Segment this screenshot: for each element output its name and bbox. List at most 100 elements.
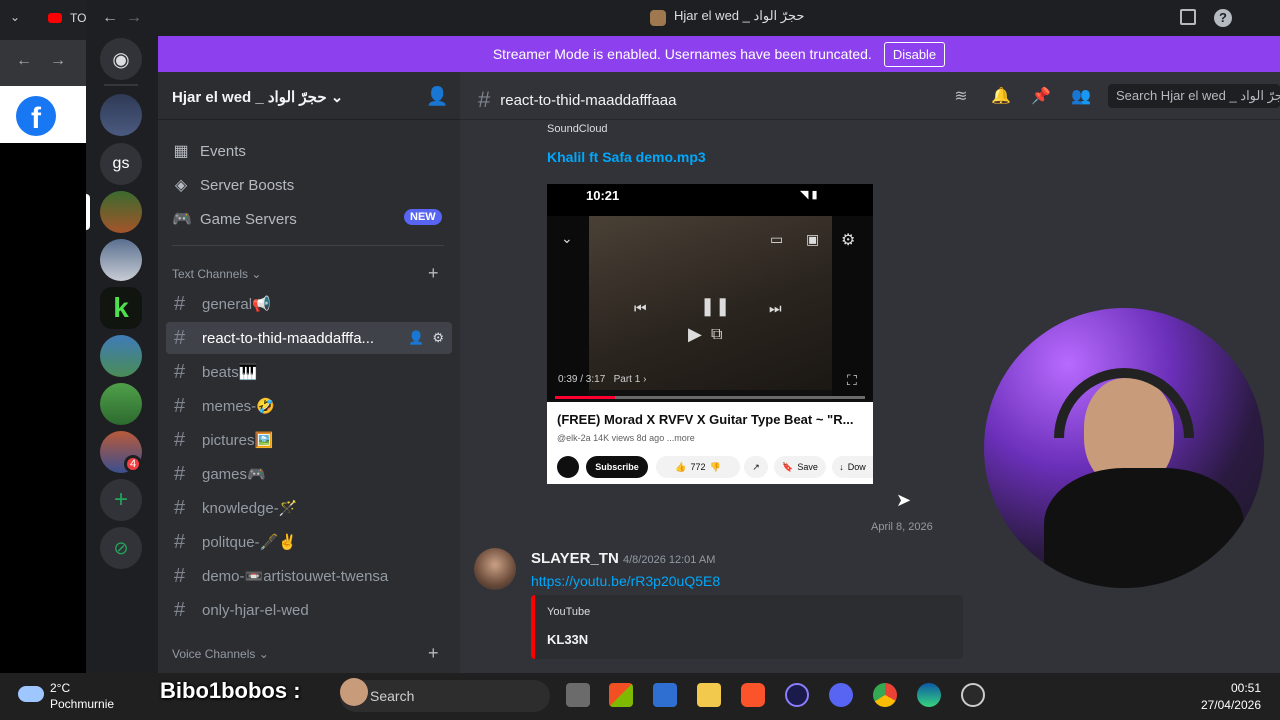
chevron-down-icon[interactable]: ⌄ [10,10,20,24]
subscribe-button[interactable]: Subscribe [586,456,648,478]
video-title[interactable]: (FREE) Morad X RVFV X Guitar Type Beat ~… [557,412,865,427]
obs-icon[interactable] [961,683,985,707]
server-gs[interactable]: gs [100,143,142,185]
thumbs-up-icon: 👍 [675,461,687,472]
hash-icon: # [174,462,186,485]
captions-icon[interactable]: ▣ [806,231,819,248]
discord-taskbar-icon[interactable] [829,683,853,707]
gear-icon[interactable]: ⚙ [841,230,855,250]
taskbar-search[interactable]: Search [340,680,550,712]
chrome-icon[interactable] [873,683,897,707]
voice-channels-category[interactable]: Voice Channels ⌄ [172,647,269,661]
channel-only-hjar-el-wed[interactable]: # only-hjar-el-wed [172,594,452,626]
next-icon[interactable]: ⏭ [769,300,782,317]
channel-avatar[interactable] [557,456,579,478]
server-avatar-6[interactable] [100,335,142,377]
avatar[interactable] [474,548,516,590]
forward-arrow-icon[interactable]: → [126,9,142,27]
taskbar-clock[interactable]: 00:51 27/04/2026 [1199,681,1261,712]
webcam-overlay [984,308,1264,588]
fullscreen-icon[interactable]: ⛶ [847,372,857,389]
browser-icon[interactable] [785,683,809,707]
game-servers-item[interactable]: 🎮 Game Servers [172,209,297,229]
invite-people-icon[interactable]: 👤 [426,86,448,107]
youtube-provider: YouTube [547,606,591,618]
edge-icon[interactable] [917,683,941,707]
message-link[interactable]: https://youtu.be/rR3p20uQ5E8 [531,573,720,589]
discord-home-icon[interactable]: ◉ [100,38,142,80]
search-input[interactable]: Search Hjar el wed _ حجرّ الواد [1108,84,1280,108]
channel-knowledge[interactable]: # knowledge-🪄 [172,492,452,524]
file-explorer-icon[interactable] [697,683,721,707]
cast-icon[interactable]: ▭ [770,231,783,248]
locked-hash-icon: # [174,598,186,621]
server-boosts-item[interactable]: ◈ Server Boosts [172,175,294,195]
like-dislike-button[interactable]: 👍 772 👎 [656,456,740,478]
channel-title: # react-to-thid-maaddafffaaa [478,87,677,112]
channel-memes[interactable]: # memes-🤣 [172,390,452,422]
play-icon[interactable]: ▶ [688,324,702,345]
channel-general[interactable]: # general📢 [172,288,452,320]
previous-icon[interactable]: ⏮ [634,300,647,317]
facebook-logo-icon[interactable]: f [16,96,56,136]
server-avatar-5[interactable]: k [100,287,142,329]
weather-description[interactable]: Pochmurnie [50,697,114,711]
video-meta: @elk-2a 14K views 8d ago ...more [557,433,695,443]
cloud-icon[interactable] [18,686,44,702]
new-badge: NEW [404,209,442,225]
browser-toolbar: ← → [0,40,90,86]
explore-compass-icon[interactable]: ⊘ [100,527,142,569]
hash-icon: # [174,428,186,451]
chevron-down-icon[interactable]: ⌄ [561,230,573,247]
streamer-mode-text: Streamer Mode is enabled. Usernames have… [492,46,872,62]
add-server-icon[interactable]: + [100,479,142,521]
browser-tab-title[interactable]: TO [70,11,86,25]
create-voice-channel-icon[interactable]: + [428,643,439,664]
message-author[interactable]: SLAYER_TN [531,550,619,567]
text-channels-category[interactable]: Text Channels ⌄ [172,267,261,281]
server-avatar-4[interactable] [100,239,142,281]
youtube-embed-title[interactable]: KL33N [547,632,588,647]
browser-forward-icon[interactable]: → [50,52,66,70]
weather-temperature[interactable]: 2°C [50,681,70,695]
window-title: Hjar el wed _ حجرّ الواد [674,8,805,23]
help-icon[interactable]: ? [1214,9,1232,27]
channel-demo[interactable]: # demo-📼artistouwet-twensa [172,560,452,592]
channel-react-to-thid[interactable]: # react-to-thid-maaddafffa... 👤 ⚙ [166,322,452,354]
share-icon[interactable]: ↗ [744,456,768,478]
back-arrow-icon[interactable]: ← [102,9,118,27]
members-icon[interactable]: 👥 [1070,86,1092,108]
headphones-icon [1054,368,1194,438]
events-item[interactable]: ▦ Events [172,141,245,161]
hash-icon: # [174,496,186,519]
gear-icon[interactable]: ⚙ [432,330,444,346]
download-button[interactable]: ↓ Dow [832,456,873,478]
channel-pictures[interactable]: # pictures🖼️ [172,424,452,456]
create-channel-icon[interactable]: + [428,263,439,284]
server-name[interactable]: Hjar el wed _ حجرّ الواد ⌄ [172,88,343,106]
channel-games[interactable]: # games🎮 [172,458,452,490]
apps-icon[interactable] [653,683,677,707]
server-avatar-1[interactable] [100,94,142,136]
pause-icon[interactable]: ❚❚ [700,296,730,317]
disable-streamer-button[interactable]: Disable [883,41,946,67]
invite-icon[interactable]: 👤 [408,330,424,346]
save-button[interactable]: 🔖 Save [774,456,826,478]
task-view-icon[interactable] [566,683,590,707]
soundcloud-link[interactable]: Khalil ft Safa demo.mp3 [547,149,706,165]
inbox-icon[interactable] [1180,9,1196,25]
mouse-cursor-icon: ➤ [896,490,912,510]
server-avatar-7[interactable] [100,383,142,425]
brave-icon[interactable] [741,683,765,707]
pin-icon[interactable]: 📌 [1030,86,1052,108]
server-avatar-3[interactable] [100,191,142,233]
browser-back-icon[interactable]: ← [16,52,32,70]
soundcloud-provider: SoundCloud [547,123,608,135]
share-screen-icon[interactable]: ⧉ [711,326,722,344]
bell-icon[interactable]: 🔔 [990,86,1012,108]
channel-politque[interactable]: # politque-🖋️✌️ [172,526,452,558]
store-icon[interactable] [609,683,633,707]
threads-icon[interactable]: ≋ [950,86,972,108]
channel-beats[interactable]: # beats🎹 [172,356,452,388]
browser-tabbar: ⌄ TO [0,0,90,40]
